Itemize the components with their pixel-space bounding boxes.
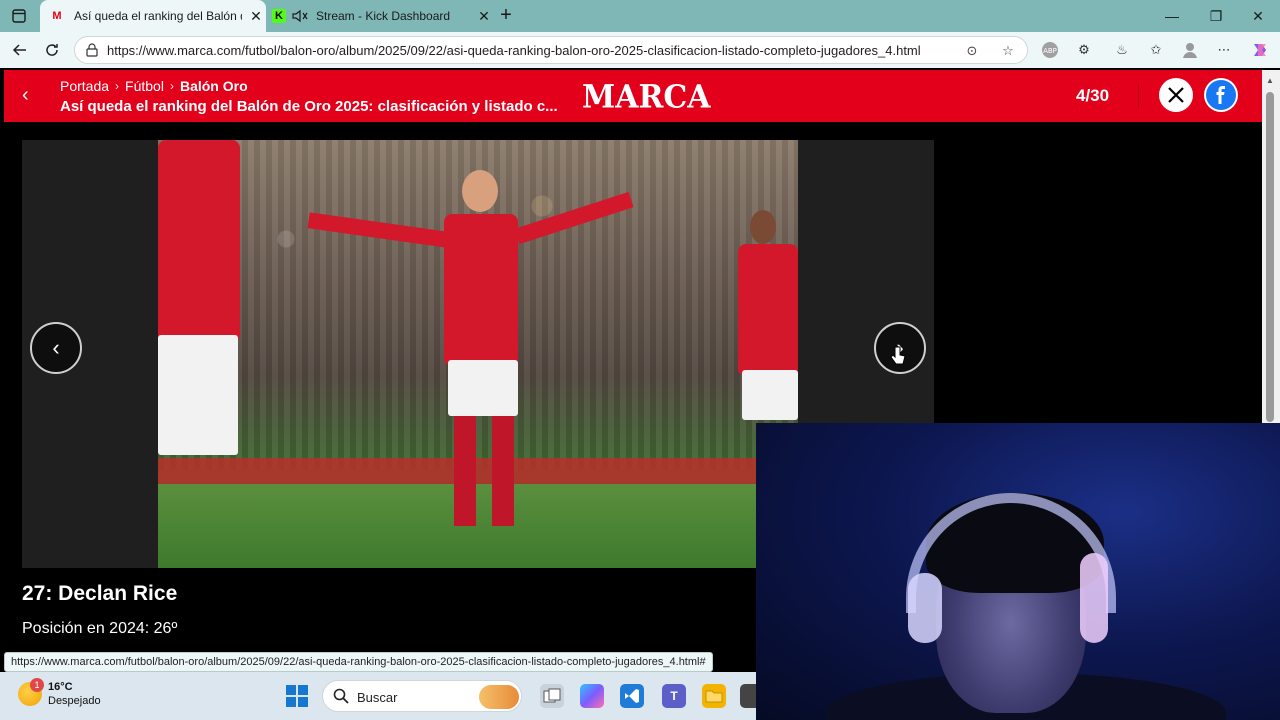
scrollbar-thumb[interactable] (1266, 92, 1274, 422)
taskbar-search[interactable]: Buscar (322, 680, 522, 712)
more-options-icon[interactable]: ⋯ (1214, 40, 1234, 60)
header-back-icon[interactable]: ‹ (22, 85, 38, 106)
url-text: https://www.marca.com/futbol/balon-oro/a… (107, 43, 921, 58)
task-view-icon[interactable] (540, 684, 564, 708)
breadcrumb-separator-icon: › (115, 79, 120, 93)
caption-title: 27: Declan Rice (22, 582, 178, 605)
windows-logo-icon (286, 685, 296, 695)
header-divider (1138, 84, 1139, 108)
gallery-prev-button[interactable]: ‹ (30, 322, 82, 374)
start-button[interactable] (286, 685, 308, 707)
tab-actions-icon (12, 9, 26, 23)
gallery-next-button[interactable]: › (874, 322, 926, 374)
browser-toolbar: https://www.marca.com/futbol/balon-oro/a… (0, 32, 1280, 68)
muted-speaker-icon[interactable] (292, 9, 308, 23)
copilot-icon[interactable] (1250, 40, 1270, 60)
tab-close-icon[interactable]: ✕ (476, 8, 492, 24)
marca-favicon-icon: M (52, 10, 62, 22)
hand-cursor-icon (890, 346, 906, 365)
favorite-star-icon[interactable]: ☆ (999, 42, 1017, 60)
facebook-logo-icon (1206, 80, 1236, 110)
reload-button[interactable] (40, 38, 64, 62)
restore-button[interactable]: ❐ (1194, 0, 1238, 32)
headset-right-icon (1080, 553, 1108, 643)
weather-widget[interactable]: 1 16°C Despejado (18, 678, 101, 708)
vscode-icon[interactable] (620, 684, 644, 708)
x-logo-icon (1168, 87, 1184, 103)
chevron-left-icon: ‹ (52, 335, 60, 360)
performance-icon[interactable]: ♨ (1112, 40, 1132, 60)
search-highlight-icon (479, 685, 519, 709)
photo-player-center (307, 170, 634, 568)
favorites-icon[interactable]: ✩ (1146, 40, 1166, 60)
tab-title: Stream - Kick Dashboard (316, 9, 451, 23)
tab-close-icon[interactable]: ✕ (248, 8, 264, 24)
gallery-photo (158, 140, 798, 568)
teams-icon[interactable]: T (662, 684, 686, 708)
share-x-button[interactable] (1159, 78, 1193, 112)
tab-marca[interactable]: M Así queda el ranking del Balón de Oro … (40, 0, 266, 32)
gallery-counter: 4/30 (1076, 86, 1110, 105)
webcam-overlay (756, 423, 1280, 720)
adblock-extension-icon[interactable]: ABP (1040, 40, 1060, 60)
reader-view-icon[interactable]: ⊙ (963, 42, 981, 60)
weather-text: 16°C Despejado (48, 680, 101, 708)
tab-kick[interactable]: K Stream - Kick Dashboard ✕ (266, 0, 492, 32)
tab-title: Así queda el ranking del Balón de Oro (74, 9, 242, 23)
breadcrumb: Portada › Fútbol › Balón Oro (60, 78, 248, 94)
weather-desc: Despejado (48, 695, 101, 707)
weather-badge: 1 (30, 678, 44, 692)
address-bar[interactable]: https://www.marca.com/futbol/balon-oro/a… (74, 36, 1028, 64)
weather-temp: 16°C (48, 681, 73, 693)
marca-header: ‹ Portada › Fútbol › Balón Oro Así queda… (4, 70, 1262, 122)
minimize-button[interactable]: — (1150, 0, 1194, 32)
profile-avatar-icon[interactable] (1180, 40, 1200, 60)
screen: M Así queda el ranking del Balón de Oro … (0, 0, 1280, 720)
file-explorer-icon[interactable] (702, 684, 726, 708)
back-arrow-icon (12, 44, 26, 56)
tab-strip: M Así queda el ranking del Balón de Oro … (0, 0, 1280, 32)
extensions-icon[interactable]: ⚙ (1074, 40, 1094, 60)
share-facebook-button[interactable] (1204, 78, 1238, 112)
reload-icon (46, 44, 58, 56)
search-icon (333, 688, 349, 704)
photo-player-left (158, 140, 248, 568)
tab-actions-button[interactable] (8, 6, 30, 26)
breadcrumb-futbol[interactable]: Fútbol (125, 78, 164, 94)
page-title: Así queda el ranking del Balón de Oro 20… (60, 98, 558, 115)
status-url-bubble: https://www.marca.com/futbol/balon-oro/a… (4, 652, 713, 672)
kick-favicon-icon: K (272, 9, 286, 23)
breadcrumb-separator-icon: › (169, 79, 174, 93)
copilot-taskbar-icon[interactable] (580, 684, 604, 708)
headset-left-icon (908, 573, 942, 643)
close-window-button[interactable]: ✕ (1236, 0, 1280, 32)
weather-sun-icon: 1 (18, 678, 44, 706)
scroll-up-icon[interactable]: ▲ (1266, 76, 1274, 85)
back-button[interactable] (8, 38, 32, 62)
caption-subtitle: Posición en 2024: 26º (22, 620, 178, 637)
site-info-icon[interactable] (85, 43, 99, 57)
search-label: Buscar (357, 690, 398, 705)
breadcrumb-balon-oro[interactable]: Balón Oro (180, 78, 248, 94)
breadcrumb-portada[interactable]: Portada (60, 78, 109, 94)
svg-text:ABP: ABP (1043, 47, 1057, 55)
marca-logo[interactable]: MARCA (582, 79, 711, 116)
new-tab-button[interactable]: + (496, 5, 516, 26)
